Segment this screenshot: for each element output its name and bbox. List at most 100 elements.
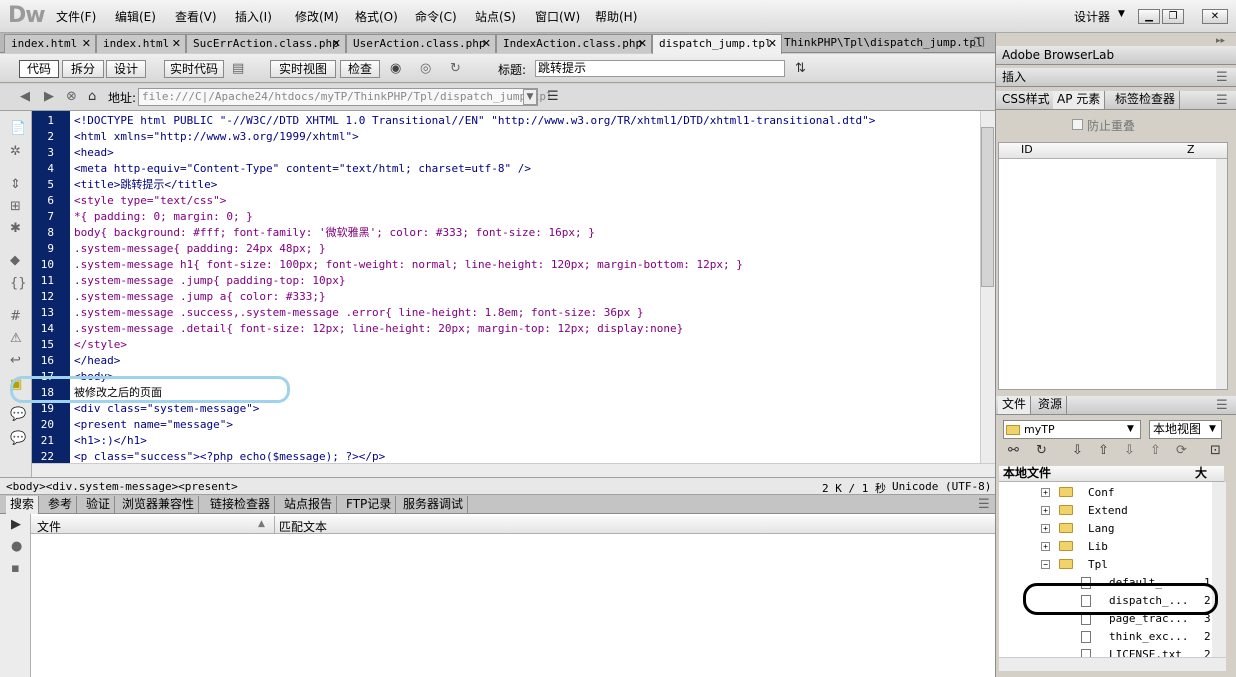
files-vertical-scrollbar[interactable] (1212, 482, 1226, 657)
check-in-icon[interactable]: ⇧ (1150, 444, 1161, 458)
tab-site-reports[interactable]: 站点报告 (280, 496, 338, 514)
ap-elements-table[interactable] (998, 142, 1228, 390)
code-line[interactable]: <present name="message"> (74, 417, 233, 433)
tab-reference[interactable]: 参考 (44, 496, 78, 514)
tab-files[interactable]: 文件 (998, 396, 1032, 414)
play-icon[interactable]: ▶ (11, 518, 21, 532)
tab-index-html[interactable]: index.html ✕ (4, 34, 96, 53)
code-line[interactable]: <head> (74, 145, 114, 161)
code-horizontal-scrollbar[interactable] (32, 463, 995, 477)
files-horizontal-scrollbar[interactable] (999, 657, 1226, 671)
ap-scrollbar[interactable] (1216, 159, 1227, 389)
back-icon[interactable]: ◀ (20, 90, 30, 104)
menu-modify[interactable]: 修改(M) (295, 8, 339, 25)
code-line[interactable]: <h1>:)</h1> (74, 433, 147, 449)
forward-icon[interactable]: ▶ (44, 90, 54, 104)
close-icon[interactable]: ✕ (482, 35, 491, 52)
expand-all-icon[interactable]: ⊞ (10, 200, 21, 214)
apply-comment-icon[interactable]: 💬 (10, 408, 26, 422)
tab-css-styles[interactable]: CSS样式 (998, 91, 1055, 109)
check-icon[interactable]: ▤ (232, 62, 244, 76)
panel-options-icon[interactable]: ☰ (978, 498, 990, 512)
expand-icon[interactable]: ⊡ (1210, 444, 1221, 458)
expand-icon[interactable]: + (1041, 542, 1050, 551)
synchronize-icon[interactable]: ⟳ (1176, 444, 1187, 458)
chevron-down-icon[interactable]: ▼ (523, 89, 537, 105)
menu-format[interactable]: 格式(O) (355, 8, 398, 25)
remove-comment-icon[interactable]: 💬 (10, 432, 26, 446)
results-list[interactable] (31, 514, 995, 677)
minimize-button[interactable]: ▁ (1138, 9, 1160, 24)
live-view-button[interactable]: 实时视图 (270, 60, 336, 78)
close-button[interactable]: ✕ (1202, 9, 1228, 24)
refresh-icon[interactable]: ↻ (1036, 444, 1047, 458)
code-line[interactable]: .system-message .jump a{ color: #333;} (74, 289, 326, 305)
file-tree[interactable]: + Conf + Extend + Lang + Lib − Tpl default_... 1 dis… (999, 482, 1212, 657)
restore-button[interactable]: ❐ (1162, 9, 1184, 24)
close-icon[interactable]: ✕ (638, 35, 647, 52)
restore-document-icon[interactable]: ❐ (973, 37, 985, 51)
code-line[interactable]: </head> (74, 353, 120, 369)
site-select[interactable]: myTP (1003, 420, 1141, 439)
tab-useraction[interactable]: UserAction.class.php ✕ (346, 34, 496, 53)
home-icon[interactable]: ⌂ (88, 90, 96, 104)
code-line[interactable]: .system-message .detail{ font-size: 12px… (74, 321, 683, 337)
get-files-icon[interactable]: ⇩ (1072, 444, 1083, 458)
stop-icon[interactable]: ⊗ (66, 90, 77, 104)
code-line[interactable]: body{ background: #fff; font-family: '微软… (74, 225, 595, 241)
code-line[interactable]: .system-message h1{ font-size: 100px; fo… (74, 257, 743, 273)
code-scroll-thumb[interactable] (981, 127, 994, 287)
code-line[interactable]: <div class="system-message"> (74, 401, 259, 417)
chevron-down-icon[interactable]: ▼ (1209, 424, 1216, 434)
column-z[interactable]: Z (1187, 143, 1195, 156)
split-view-button[interactable]: 拆分 (62, 60, 104, 78)
code-view-button[interactable]: 代码 (19, 60, 59, 78)
tab-indexaction[interactable]: IndexAction.class.php ✕ (496, 34, 652, 53)
collapse-selection-icon[interactable]: ⇕ (10, 178, 21, 192)
options-icon[interactable]: ☰ (547, 90, 559, 104)
title-input[interactable]: 跳转提示 (535, 60, 785, 77)
collapse-icon[interactable]: − (1041, 560, 1050, 569)
close-icon[interactable]: ✕ (172, 35, 181, 52)
stop-icon[interactable]: ● (11, 540, 22, 554)
globe-icon[interactable]: ◉ (390, 62, 401, 76)
panel-options-icon[interactable]: ☰ (1216, 399, 1228, 413)
tab-tag-inspector[interactable]: 标签检查器 (1111, 91, 1181, 109)
tab-index-html-2[interactable]: index.html ✕ (96, 34, 186, 53)
refresh-icon[interactable]: ↻ (450, 62, 461, 76)
code-line[interactable]: .system-message .jump{ padding-top: 10px… (74, 273, 346, 289)
close-icon[interactable]: ✕ (768, 35, 777, 52)
panel-options-icon[interactable]: ☰ (1216, 94, 1228, 108)
column-divider[interactable] (274, 516, 275, 534)
code-line[interactable]: .system-message .success,.system-message… (74, 305, 644, 321)
put-files-icon[interactable]: ⇧ (1098, 444, 1109, 458)
code-line[interactable]: <!DOCTYPE html PUBLIC "-//W3C//DTD XHTML… (74, 113, 875, 129)
expand-icon[interactable]: + (1041, 506, 1050, 515)
code-line[interactable]: <html xmlns="http://www.w3.org/1999/xhtm… (74, 129, 359, 145)
code-line[interactable]: <meta http-equiv="Content-Type" content=… (74, 161, 531, 177)
tab-server-debug[interactable]: 服务器调试 (399, 496, 469, 514)
code-editor[interactable]: <!DOCTYPE html PUBLIC "-//W3C//DTD XHTML… (70, 111, 980, 463)
inspect-button[interactable]: 检查 (340, 60, 380, 78)
select-parent-tag-icon[interactable]: ✱ (10, 222, 21, 236)
close-icon[interactable]: ✕ (82, 35, 91, 52)
insert-panel-header[interactable]: 插入 (996, 68, 1236, 87)
menu-commands[interactable]: 命令(C) (415, 8, 457, 25)
tab-dispatch-jump[interactable]: dispatch_jump.tpl ✕ (652, 34, 782, 54)
expand-icon[interactable]: + (1041, 524, 1050, 533)
code-line[interactable]: *{ padding: 0; margin: 0; } (74, 209, 253, 225)
chevron-down-icon[interactable]: ▼ (1127, 424, 1134, 434)
tab-ftp-log[interactable]: FTP记录 (342, 496, 397, 514)
panel-options-icon[interactable]: ☰ (1216, 71, 1228, 85)
open-documents-icon[interactable]: 📄 (10, 122, 26, 136)
connect-icon[interactable]: ⚯ (1008, 444, 1019, 458)
file-management-icon[interactable]: ⇅ (795, 62, 806, 76)
code-line[interactable]: <p class="success"><?php echo($message);… (74, 449, 385, 463)
prevent-overlap-checkbox[interactable] (1072, 119, 1083, 130)
column-id[interactable]: ID (1021, 143, 1033, 156)
code-line[interactable]: </style> (74, 337, 127, 353)
code-line[interactable]: .system-message{ padding: 24px 48px; } (74, 241, 326, 257)
menu-site[interactable]: 站点(S) (475, 8, 516, 25)
word-wrap-icon[interactable]: ↩ (10, 354, 21, 368)
menu-view[interactable]: 查看(V) (175, 8, 217, 25)
